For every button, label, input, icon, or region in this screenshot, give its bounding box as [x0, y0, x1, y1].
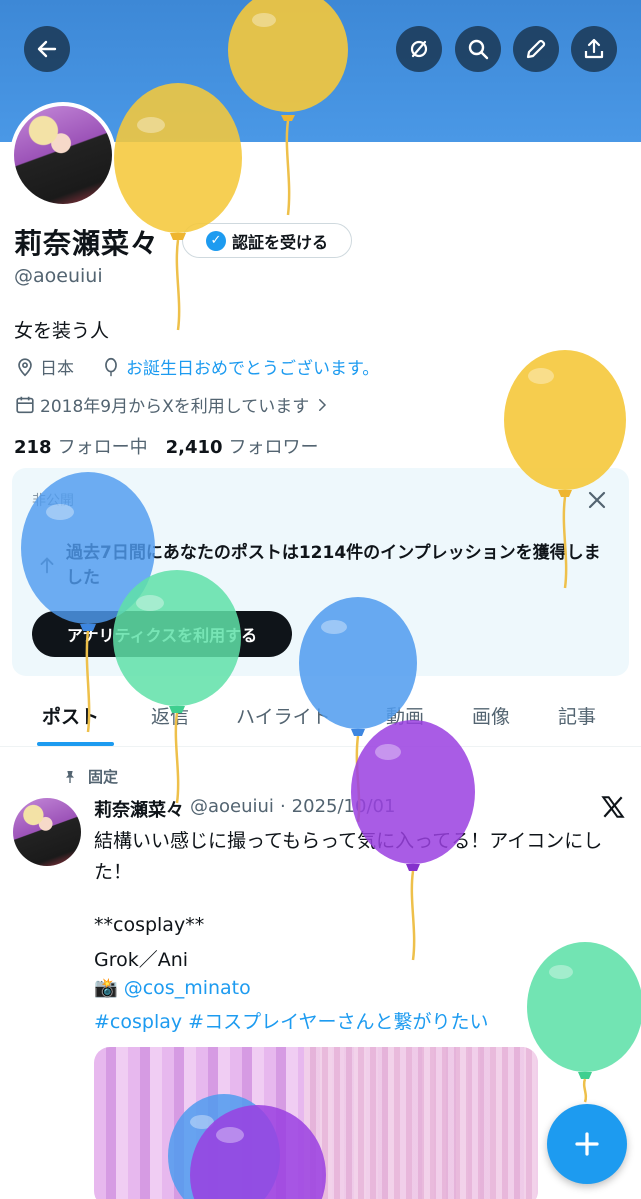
x-logo-icon	[601, 796, 625, 818]
location-pin-icon	[18, 357, 32, 376]
follow-stats: 218 フォロー中 2,410 フォロワー	[14, 433, 319, 459]
followers-count: 2,410	[165, 437, 223, 458]
post-hashtags[interactable]: #cosplay #コスプレイヤーさんと繋がりたい	[94, 1007, 489, 1034]
share-button[interactable]	[571, 26, 617, 72]
get-verified-label: 認証を受ける	[231, 232, 328, 252]
balloon-icon	[105, 357, 117, 376]
profile-meta-row: 日本 お誕生日おめでとうございます。	[14, 354, 379, 379]
profile-bio: 女を装う人	[14, 320, 110, 342]
following-label: フォロー中	[57, 437, 148, 458]
eye-slash-icon	[410, 40, 428, 58]
following-link[interactable]: 218 フォロー中	[14, 433, 148, 459]
post-line-mention: 📸 @cos_minato	[94, 976, 251, 999]
followers-link[interactable]: 2,410 フォロワー	[166, 433, 319, 459]
pinned-indicator: 固定	[62, 766, 118, 787]
balloon-yellow-2	[113, 80, 243, 331]
back-button[interactable]	[24, 26, 70, 72]
balloon-yellow-1	[226, 0, 350, 216]
active-tab-indicator	[37, 742, 114, 746]
balloon-yellow-3	[503, 348, 627, 589]
post-separator: ·	[279, 796, 286, 817]
edit-button[interactable]	[513, 26, 559, 72]
hide-button[interactable]	[396, 26, 442, 72]
mention-link[interactable]: @cos_minato	[124, 977, 251, 999]
calendar-icon	[16, 396, 34, 413]
birthday-link[interactable]: お誕生日おめでとうございます。	[126, 354, 379, 379]
followers-label: フォロワー	[228, 437, 319, 458]
search-icon	[468, 39, 489, 60]
compose-button[interactable]	[547, 1104, 627, 1184]
share-icon	[584, 38, 604, 59]
chevron-right-icon	[319, 398, 327, 411]
pin-icon	[66, 770, 74, 783]
post-line-character: Grok／Ani	[94, 949, 189, 971]
post-avatar[interactable]	[13, 798, 81, 866]
pencil-icon	[526, 39, 546, 59]
back-arrow-icon	[37, 40, 57, 58]
tab-articles[interactable]: 記事	[558, 702, 596, 729]
search-button[interactable]	[455, 26, 501, 72]
profile-handle: @aoeuiui	[14, 265, 103, 287]
balloon-green-1	[112, 568, 242, 804]
balloon-green-2	[527, 942, 641, 1103]
balloon-purple-2	[190, 1105, 330, 1199]
post-line-cosplay: **cosplay**	[94, 914, 205, 936]
tab-images[interactable]: 画像	[472, 702, 510, 729]
profile-location: 日本	[40, 359, 74, 379]
joined-date: 2018年9月からXを利用しています	[40, 397, 310, 417]
plus-icon	[575, 1132, 599, 1156]
joined-row[interactable]: 2018年9月からXを利用しています	[14, 392, 335, 417]
profile-avatar[interactable]	[10, 102, 116, 208]
camera-emoji: 📸	[94, 977, 118, 999]
balloon-purple-1	[350, 720, 476, 961]
following-count: 218	[14, 437, 52, 458]
